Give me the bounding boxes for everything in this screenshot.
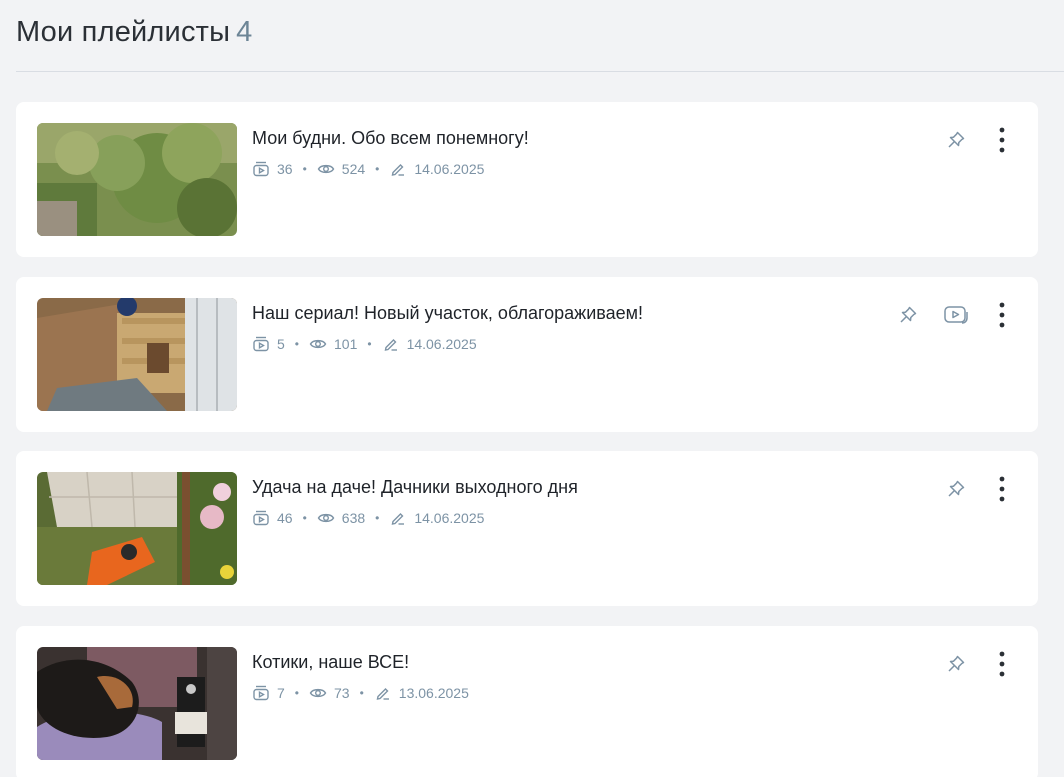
eye-icon — [317, 160, 335, 178]
video-count: 5 — [277, 336, 285, 352]
more-vertical-icon[interactable] — [988, 475, 1016, 503]
pencil-icon — [382, 335, 400, 353]
separator: • — [375, 162, 380, 176]
view-count: 638 — [341, 510, 366, 526]
eye-icon — [317, 509, 335, 527]
separator: • — [302, 162, 307, 176]
playlist-meta: 5 • 101 • 14.06.2025 — [252, 334, 477, 354]
pencil-icon — [374, 684, 392, 702]
playlist-title[interactable]: Мои будни. Обо всем понемногу! — [252, 128, 529, 149]
playlist-icon — [252, 684, 270, 702]
playlist-meta: 46 • 638 • 14.06.2025 — [252, 508, 484, 528]
separator: • — [294, 337, 299, 351]
updated-date: 14.06.2025 — [414, 510, 485, 526]
updated-date: 13.06.2025 — [398, 685, 469, 701]
playlist-thumbnail[interactable] — [37, 123, 237, 236]
updated-date: 14.06.2025 — [414, 161, 485, 177]
page-title-text: Мои плейлисты — [16, 16, 231, 48]
playlist-thumbnail[interactable] — [37, 298, 237, 411]
playlist-card[interactable]: Удача на даче! Дачники выходного дня 46 … — [16, 451, 1038, 606]
updated-date: 14.06.2025 — [406, 336, 477, 352]
video-icon[interactable] — [942, 301, 970, 329]
playlist-meta: 7 • 73 • 13.06.2025 — [252, 683, 469, 703]
more-vertical-icon[interactable] — [988, 301, 1016, 329]
playlist-title[interactable]: Котики, наше ВСЕ! — [252, 652, 409, 673]
video-count: 7 — [277, 685, 285, 701]
playlist-card[interactable]: Котики, наше ВСЕ! 7 • 73 • 13.06.2025 — [16, 626, 1038, 777]
playlist-icon — [252, 335, 270, 353]
pin-icon[interactable] — [942, 475, 970, 503]
playlist-card[interactable]: Наш сериал! Новый участок, облагораживае… — [16, 277, 1038, 432]
pencil-icon — [389, 160, 407, 178]
page-title: Мои плейлисты 4 — [16, 12, 1064, 52]
more-vertical-icon[interactable] — [988, 126, 1016, 154]
separator: • — [359, 686, 364, 700]
eye-icon — [309, 335, 327, 353]
pin-icon[interactable] — [942, 650, 970, 678]
view-count: 524 — [341, 161, 366, 177]
pin-icon[interactable] — [894, 301, 922, 329]
playlists-page: Мои плейлисты 4 Мои будни. Обо всем понем… — [0, 0, 1064, 777]
pencil-icon — [389, 509, 407, 527]
separator: • — [375, 511, 380, 525]
playlist-thumbnail[interactable] — [37, 472, 237, 585]
playlist-title[interactable]: Наш сериал! Новый участок, облагораживае… — [252, 303, 643, 324]
page-header: Мои плейлисты 4 — [16, 12, 1064, 72]
playlist-icon — [252, 160, 270, 178]
video-count: 46 — [277, 510, 293, 526]
separator: • — [294, 686, 299, 700]
playlist-count: 4 — [236, 16, 253, 48]
playlist-meta: 36 • 524 • 14.06.2025 — [252, 159, 484, 179]
separator: • — [302, 511, 307, 525]
view-count: 73 — [334, 685, 350, 701]
view-count: 101 — [334, 336, 358, 352]
playlist-icon — [252, 509, 270, 527]
playlist-title[interactable]: Удача на даче! Дачники выходного дня — [252, 477, 578, 498]
playlist-card[interactable]: Мои будни. Обо всем понемногу! 36 • 524 … — [16, 102, 1038, 257]
pin-icon[interactable] — [942, 126, 970, 154]
eye-icon — [309, 684, 327, 702]
separator: • — [367, 337, 372, 351]
playlist-thumbnail[interactable] — [37, 647, 237, 760]
video-count: 36 — [277, 161, 293, 177]
more-vertical-icon[interactable] — [988, 650, 1016, 678]
